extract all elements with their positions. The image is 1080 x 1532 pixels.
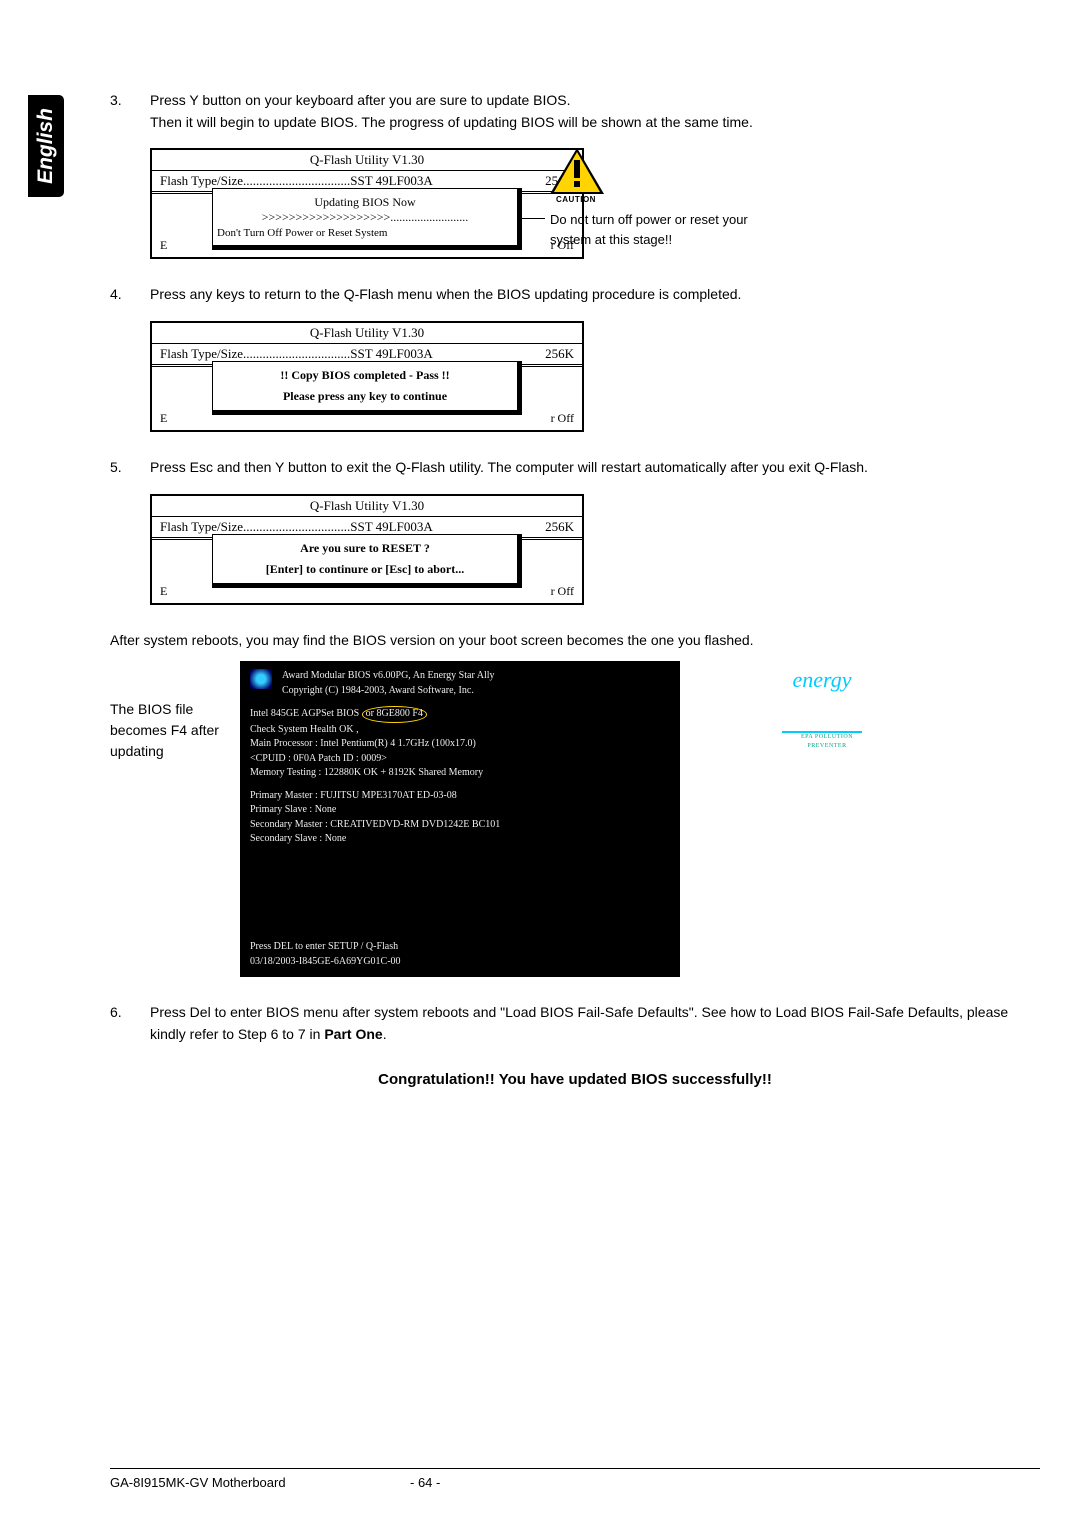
boot-label: The BIOS file becomes F4 after updating (110, 661, 240, 977)
boot-line7: Primary Slave : None (250, 803, 670, 818)
award-logo-icon (250, 669, 272, 689)
step-4-text: Press any keys to return to the Q-Flash … (150, 284, 1040, 306)
step-6-number: 6. (110, 1002, 150, 1045)
boot-foot1: Press DEL to enter SETUP / Q-Flash (250, 940, 401, 955)
step-4-number: 4. (110, 284, 150, 306)
step-3-line1: Press Y button on your keyboard after yo… (150, 92, 571, 108)
boot-line3: Main Processor : Intel Pentium(R) 4 1.7G… (250, 737, 670, 752)
step-3-number: 3. (110, 90, 150, 133)
boot-row: The BIOS file becomes F4 after updating … (110, 661, 1040, 977)
qflash-flash-size-2: 256K (545, 346, 574, 362)
qflash-title: Q-Flash Utility V1.30 (152, 150, 582, 170)
qflash-row-1: Q-Flash Utility V1.30 Flash Type/Size...… (110, 148, 1040, 259)
qflash-inner-updating: Updating BIOS Now >>>>>>>>>>>>>>>>>>>...… (212, 188, 522, 250)
boot-header: Award Modular BIOS v6.00PG, An Energy St… (282, 669, 670, 698)
qflash-completed-text: !! Copy BIOS completed - Pass !! (217, 368, 513, 383)
energy-star-logo: energy EPA POLLUTION PREVENTER (782, 669, 872, 750)
qflash-body: Updating BIOS Now >>>>>>>>>>>>>>>>>>>...… (152, 194, 582, 257)
qflash-reset-text: Are you sure to RESET ? (217, 541, 513, 556)
qflash-updating-text: Updating BIOS Now (217, 195, 513, 210)
step-3-line2: Then it will begin to update BIOS. The p… (150, 114, 753, 130)
qflash-inner-completed: !! Copy BIOS completed - Pass !! Please … (212, 361, 522, 415)
step-5: 5. Press Esc and then Y button to exit t… (110, 457, 1040, 479)
boot-main: Intel 845GE AGPSet BIOS or 8GE800 F4 Che… (250, 706, 670, 847)
qflash-reset-hint: [Enter] to continure or [Esc] to abort..… (217, 562, 513, 577)
page-content: 3. Press Y button on your keyboard after… (110, 90, 1040, 1088)
qflash-box-completed: Q-Flash Utility V1.30 Flash Type/Size...… (150, 321, 584, 432)
qflash-flash-type-2: Flash Type/Size.........................… (160, 346, 433, 362)
boot-hdr1: Award Modular BIOS v6.00PG, An Energy St… (282, 669, 670, 684)
step-3: 3. Press Y button on your keyboard after… (110, 90, 1040, 133)
energy-star-icon: energy (782, 669, 862, 733)
qflash-flash-type: Flash Type/Size.........................… (160, 173, 433, 189)
boot-line8: Secondary Master : CREATIVEDVD-RM DVD124… (250, 818, 670, 833)
qflash-inner-reset: Are you sure to RESET ? [Enter] to conti… (212, 534, 522, 588)
caution-label: CAUTION (556, 195, 596, 204)
qflash-flash-type-3: Flash Type/Size.........................… (160, 519, 433, 535)
step-5-number: 5. (110, 457, 150, 479)
qflash-below-right-2: r Off (551, 411, 574, 426)
qflash-title-2: Q-Flash Utility V1.30 (152, 323, 582, 343)
qflash-below-right-3: r Off (551, 584, 574, 599)
caution-icon (550, 148, 605, 198)
boot-hdr2: Copyright (C) 1984-2003, Award Software,… (282, 684, 670, 699)
qflash-flash-size-3: 256K (545, 519, 574, 535)
boot-line2: Check System Health OK , (250, 723, 670, 738)
step-3-text: Press Y button on your keyboard after yo… (150, 90, 1040, 133)
language-tab-label: English (34, 108, 58, 184)
qflash-progress-text: >>>>>>>>>>>>>>>>>>>.....................… (217, 210, 513, 225)
qflash-title-3: Q-Flash Utility V1.30 (152, 496, 582, 516)
boot-foot2: 03/18/2003-I845GE-6A69YG01C-00 (250, 955, 401, 970)
boot-footer: Press DEL to enter SETUP / Q-Flash 03/18… (250, 940, 401, 969)
boot-line9: Secondary Slave : None (250, 832, 670, 847)
qflash-press-key-text: Please press any key to continue (217, 389, 513, 404)
step-6: 6. Press Del to enter BIOS menu after sy… (110, 1002, 1040, 1045)
step-6-text: Press Del to enter BIOS menu after syste… (150, 1002, 1040, 1045)
qflash-below-left: E (160, 238, 167, 253)
language-tab: English (28, 95, 64, 197)
qflash-below-left-2: E (160, 411, 167, 426)
congratulation-text: Congratulation!! You have updated BIOS s… (110, 1071, 1040, 1088)
caution-block: CAUTION Do not turn off power or reset y… (550, 148, 830, 200)
qflash-box-reset: Q-Flash Utility V1.30 Flash Type/Size...… (150, 494, 584, 605)
boot-line1: Intel 845GE AGPSet BIOS or 8GE800 F4 (250, 706, 670, 723)
boot-line4: <CPUID : 0F0A Patch ID : 0009> (250, 752, 670, 767)
boot-line1a: Intel 845GE AGPSet BIOS (250, 708, 362, 719)
qflash-box-updating: Q-Flash Utility V1.30 Flash Type/Size...… (150, 148, 584, 259)
qflash-warn-text: Don't Turn Off Power or Reset System (217, 227, 513, 239)
after-reboot-text: After system reboots, you may find the B… (110, 630, 1040, 652)
caution-text: Do not turn off power or reset your syst… (550, 210, 750, 249)
boot-version-circle: or 8GE800 F4 (362, 706, 427, 723)
boot-line5: Memory Testing : 122880K OK + 8192K Shar… (250, 766, 670, 781)
step-4: 4. Press any keys to return to the Q-Fla… (110, 284, 1040, 306)
step-5-text: Press Esc and then Y button to exit the … (150, 457, 1040, 479)
step-6-tail: . (383, 1026, 387, 1042)
boot-line6: Primary Master : FUJITSU MPE3170AT ED-03… (250, 789, 670, 804)
step-6-bold: Part One (324, 1026, 382, 1042)
energy-star-sub: EPA POLLUTION PREVENTER (782, 733, 872, 750)
qflash-body-3: Are you sure to RESET ? [Enter] to conti… (152, 540, 582, 603)
qflash-below-left-3: E (160, 584, 167, 599)
footer-model: GA-8I915MK-GV Motherboard (110, 1475, 410, 1490)
boot-screen: Award Modular BIOS v6.00PG, An Energy St… (240, 661, 680, 977)
footer-page: - 64 - (410, 1475, 490, 1490)
page-footer: GA-8I915MK-GV Motherboard - 64 - (110, 1468, 1040, 1490)
step-6-line1: Press Del to enter BIOS menu after syste… (150, 1004, 1008, 1042)
qflash-body-2: !! Copy BIOS completed - Pass !! Please … (152, 367, 582, 430)
